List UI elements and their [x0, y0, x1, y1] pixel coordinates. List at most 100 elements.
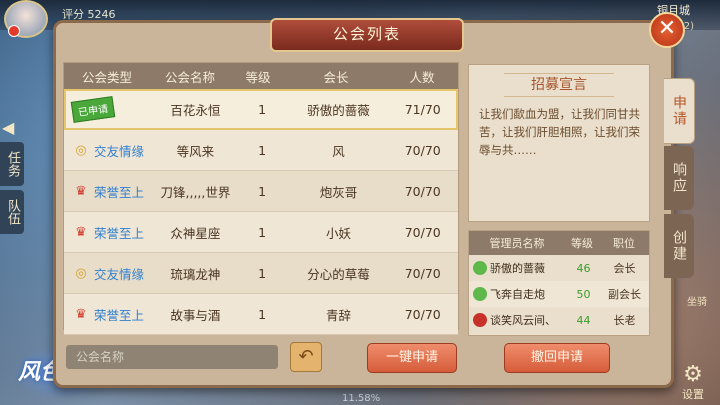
guild-leader: 青辞: [325, 307, 351, 323]
guild-search-input[interactable]: 公会名称: [66, 345, 278, 369]
type-cell: 已申请: [64, 89, 156, 129]
admin-avatar-icon: [473, 261, 487, 275]
mount-label: 坐骑: [687, 297, 707, 308]
guild-count: 70/70: [404, 265, 441, 281]
table-body: 已申请 百花永恒 1 骄傲的蔷薇 71/70 ◎ 交友情缘 等风来 1 风 70…: [64, 89, 458, 335]
guild-count: 71/70: [404, 101, 441, 117]
admin-avatar-icon: [473, 313, 487, 327]
tab-respond[interactable]: 响应: [664, 146, 694, 210]
admin-name-cell: 飞奔自走炮: [469, 281, 567, 307]
guild-level: 1: [258, 183, 267, 199]
guild-leader: 分心的草莓: [307, 266, 370, 282]
admin-header-level: 等级: [571, 237, 593, 250]
guild-type: 交友情缘: [94, 266, 145, 282]
guild-leader: 炮灰哥: [319, 184, 358, 200]
recruit-text: 让我们歃血为盟，让我们同甘共苦，让我们肝胆相照，让我们荣辱与共……: [479, 107, 640, 157]
table-row[interactable]: ◎ 交友情缘 等风来 1 风 70/70: [64, 130, 458, 171]
admin-header-position: 职位: [613, 237, 635, 250]
type-cell: ◎ 交友情缘: [64, 130, 156, 170]
admin-table: 管理员名称 等级 职位 骄傲的蔷薇 46 会长 飞奔自走炮 50 副会长 谈笑风…: [468, 230, 650, 336]
guild-count: 70/70: [404, 224, 441, 240]
close-button[interactable]: ✕: [649, 12, 685, 48]
admin-level: 46: [576, 261, 591, 275]
table-row[interactable]: ♛ 荣誉至上 故事与酒 1 青辞 70/70: [64, 294, 458, 335]
recruit-panel: 招募宣言 让我们歃血为盟，让我们同甘共苦，让我们肝胆相照，让我们荣辱与共……: [468, 64, 650, 222]
admin-level: 50: [576, 287, 591, 301]
admin-name-cell: 骄傲的蔷薇: [469, 255, 567, 281]
admin-position: 会长: [613, 262, 636, 275]
applied-stamp: 已申请: [70, 95, 116, 123]
guild-count: 70/70: [404, 142, 441, 158]
guild-level: 1: [258, 265, 267, 281]
guild-name: 等风来: [176, 143, 215, 159]
guild-leader: 小妖: [325, 225, 351, 241]
admin-name: 谈笑风云间、: [490, 314, 556, 327]
guild-type: 交友情缘: [94, 143, 145, 159]
left-tab-task[interactable]: 任务: [0, 142, 24, 186]
recruit-title: 招募宣言: [504, 73, 614, 97]
admin-row[interactable]: 飞奔自走炮 50 副会长: [469, 281, 649, 307]
notification-dot: [8, 25, 20, 37]
honor-icon: ♛: [75, 224, 87, 240]
admin-position: 长老: [613, 314, 636, 327]
guild-leader: 骄傲的蔷薇: [307, 102, 370, 118]
admin-name: 飞奔自走炮: [490, 288, 545, 301]
gear-icon: ⚙: [683, 362, 703, 387]
type-cell: ♛ 荣誉至上: [64, 212, 156, 252]
guild-table: 公会类型 公会名称 等级 会长 人数 已申请 百花永恒 1 骄傲的蔷薇 71/7…: [63, 62, 459, 335]
guild-name: 琉璃龙神: [170, 266, 221, 282]
table-row[interactable]: ♛ 荣誉至上 众神星座 1 小妖 70/70: [64, 212, 458, 253]
admin-position: 副会长: [608, 288, 642, 301]
guild-level: 1: [258, 142, 267, 158]
guild-name: 百花永恒: [170, 102, 221, 118]
admin-row[interactable]: 谈笑风云间、 44 长老: [469, 307, 649, 333]
left-tab-team[interactable]: 队伍: [0, 190, 24, 234]
header-leader: 会长: [323, 69, 349, 85]
admin-row[interactable]: 骄傲的蔷薇 46 会长: [469, 255, 649, 281]
withdraw-application-button[interactable]: 撤回申请: [504, 343, 610, 373]
guild-level: 1: [258, 101, 267, 117]
admin-name: 骄傲的蔷薇: [490, 262, 545, 275]
table-header: 公会类型 公会名称 等级 会长 人数: [64, 63, 458, 89]
admin-level: 44: [576, 313, 591, 327]
friendship-icon: ◎: [75, 142, 87, 158]
guild-type: 荣誉至上: [94, 225, 145, 241]
guild-name: 刀锋,,,,,世界: [160, 184, 231, 200]
tab-apply[interactable]: 申请: [664, 78, 695, 144]
table-row[interactable]: ◎ 交友情缘 琉璃龙神 1 分心的草莓 70/70: [64, 253, 458, 294]
table-row[interactable]: ♛ 荣誉至上 刀锋,,,,,世界 1 炮灰哥 70/70: [64, 171, 458, 212]
guild-name: 众神星座: [170, 225, 221, 241]
header-type: 公会类型: [81, 69, 132, 85]
header-name: 公会名称: [164, 69, 215, 85]
tab-create[interactable]: 创建: [664, 214, 694, 278]
admin-header-name: 管理员名称: [489, 237, 545, 250]
apply-all-button[interactable]: 一键申请: [367, 343, 457, 373]
type-cell: ◎ 交友情缘: [64, 253, 156, 293]
type-cell: ♛ 荣誉至上: [64, 171, 156, 211]
admin-avatar-icon: [473, 287, 487, 301]
guild-count: 70/70: [404, 306, 441, 322]
settings-button[interactable]: ⚙ 设置: [676, 362, 710, 402]
dialog-title: 公会列表: [270, 18, 464, 52]
guild-level: 1: [258, 306, 267, 322]
exp-progress: 11.58%: [342, 393, 381, 404]
guild-type: 荣誉至上: [94, 307, 145, 323]
type-cell: ♛ 荣誉至上: [64, 294, 156, 334]
honor-icon: ♛: [75, 306, 87, 322]
guild-count: 70/70: [404, 183, 441, 199]
header-count: 人数: [409, 69, 435, 85]
header-level: 等级: [245, 69, 271, 85]
friendship-icon: ◎: [75, 265, 87, 281]
table-row[interactable]: 已申请 百花永恒 1 骄傲的蔷薇 71/70: [64, 89, 458, 130]
guild-type: 荣誉至上: [94, 184, 145, 200]
guild-leader: 风: [332, 143, 345, 159]
honor-icon: ♛: [75, 183, 87, 199]
settings-label: 设置: [682, 388, 704, 401]
back-button[interactable]: ↶: [290, 342, 322, 372]
admin-header: 管理员名称 等级 职位: [469, 231, 649, 255]
collapse-arrow-icon[interactable]: ◀: [2, 118, 22, 138]
guild-level: 1: [258, 224, 267, 240]
undo-arrow-icon: ↶: [298, 346, 314, 367]
guild-name: 故事与酒: [170, 307, 221, 323]
admin-name-cell: 谈笑风云间、: [469, 307, 567, 333]
